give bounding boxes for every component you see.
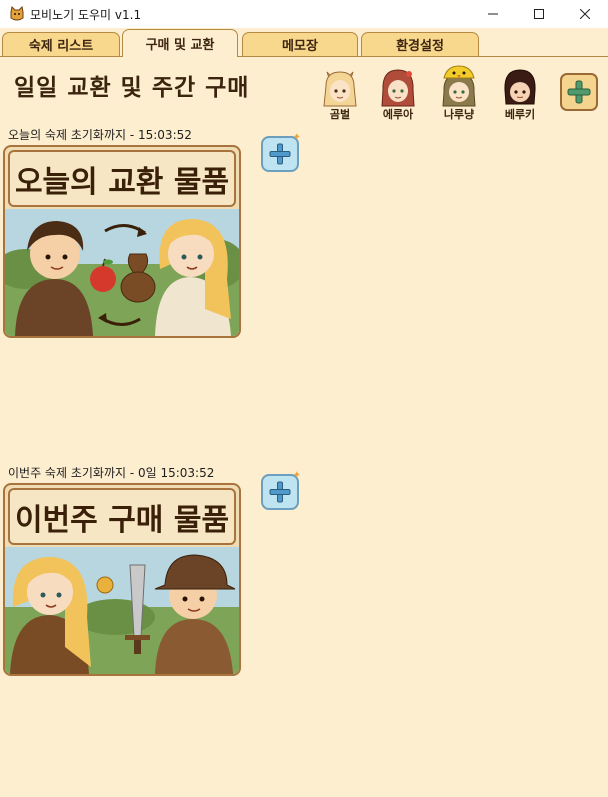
tab-homework-list[interactable]: 숙제 리스트 [2, 32, 120, 56]
card-banner: 오늘의 교환 물품 [8, 150, 236, 207]
character-gombeol[interactable]: 곰벌 [318, 64, 362, 122]
minimize-icon [488, 13, 498, 15]
character-name: 에루아 [382, 108, 414, 121]
card-banner: 이번주 구매 물품 [8, 488, 236, 545]
tab-purchase-exchange[interactable]: 구매 및 교환 [122, 29, 238, 57]
window-titlebar: 모비노기 도우미 v1.1 [0, 0, 608, 28]
plus-icon [269, 143, 291, 165]
close-icon [580, 9, 590, 19]
close-button[interactable] [562, 0, 608, 28]
tab-label: 구매 및 교환 [145, 38, 215, 53]
character-name: 나루냥 [443, 108, 475, 121]
exchange-illustration [5, 209, 239, 336]
daily-reset-timer: 오늘의 숙제 초기화까지 - 15:03:52 [8, 128, 192, 142]
tab-settings[interactable]: 환경설정 [361, 32, 479, 56]
maximize-icon [534, 9, 544, 19]
maximize-button[interactable] [516, 0, 562, 28]
character-avatar-icon [504, 69, 536, 105]
plus-icon [567, 80, 591, 104]
purchase-illustration [5, 547, 239, 674]
plus-icon [269, 481, 291, 503]
tab-label: 숙제 리스트 [28, 39, 94, 54]
character-name: 베루키 [504, 108, 536, 121]
weekly-add-button[interactable]: ✦ [261, 470, 301, 510]
sparkle-icon: ✦ [292, 470, 301, 481]
weekly-purchase-card[interactable]: 이번주 구매 물품 [3, 483, 241, 676]
daily-add-button[interactable]: ✦ [261, 132, 301, 172]
tab-bar: 숙제 리스트 구매 및 교환 메모장 환경설정 [0, 28, 608, 57]
character-beruki[interactable]: 베루키 [498, 64, 542, 122]
window-title: 모비노기 도우미 v1.1 [30, 8, 142, 22]
character-avatar-icon [381, 69, 415, 107]
daily-exchange-card[interactable]: 오늘의 교환 물품 [3, 145, 241, 338]
page-title: 일일 교환 및 주간 구매 [14, 75, 250, 101]
tab-memo[interactable]: 메모장 [242, 32, 358, 56]
add-character-button[interactable] [560, 73, 598, 111]
character-erua[interactable]: 에루아 [376, 64, 420, 122]
character-avatar-icon [323, 71, 357, 107]
tab-label: 환경설정 [396, 39, 444, 54]
tab-label: 메모장 [282, 39, 318, 54]
character-avatar-icon [442, 65, 476, 107]
weekly-reset-timer: 이번주 숙제 초기화까지 - 0일 15:03:52 [8, 466, 215, 480]
character-narunyang[interactable]: 나루냥 [437, 64, 481, 122]
tab-divider [0, 56, 608, 57]
sparkle-icon: ✦ [292, 132, 301, 143]
cat-icon [10, 6, 24, 21]
character-name: 곰벌 [329, 108, 351, 121]
minimize-button[interactable] [470, 0, 516, 28]
